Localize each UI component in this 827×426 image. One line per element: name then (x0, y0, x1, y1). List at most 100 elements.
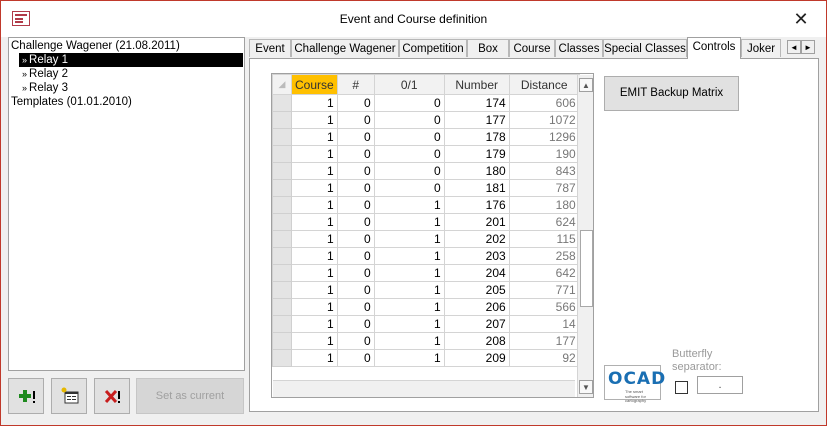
scroll-down-icon[interactable]: ▼ (579, 380, 593, 394)
cell-distance[interactable]: 1296 (508, 128, 580, 146)
cell-flag[interactable]: 1 (373, 332, 445, 350)
cell-distance[interactable]: 642 (508, 264, 580, 282)
cell-flag[interactable]: 1 (373, 349, 445, 367)
table-row[interactable]: 1 0 0 178 1296 (272, 128, 580, 146)
cell-course[interactable]: 1 (291, 162, 338, 180)
tab-controls[interactable]: Controls (687, 37, 741, 59)
cell-course[interactable]: 1 (291, 281, 338, 299)
row-selector[interactable] (272, 145, 292, 163)
cell-index[interactable]: 0 (336, 315, 375, 333)
cell-flag[interactable]: 1 (373, 264, 445, 282)
cell-course[interactable]: 1 (291, 247, 338, 265)
tree-item-relay-3[interactable]: » Relay 3 (19, 81, 68, 95)
tab-course[interactable]: Course (509, 39, 555, 57)
cell-index[interactable]: 0 (336, 230, 375, 248)
cell-course[interactable]: 1 (291, 213, 338, 231)
table-row[interactable]: 1 0 1 202 115 (272, 230, 580, 248)
set-as-current-button[interactable]: Set as current (136, 378, 244, 414)
add-button[interactable] (8, 378, 44, 414)
cell-number[interactable]: 205 (443, 281, 510, 299)
cell-course[interactable]: 1 (291, 145, 338, 163)
cell-flag[interactable]: 1 (373, 230, 445, 248)
column-header-index[interactable]: # (336, 74, 375, 95)
cell-distance[interactable]: 177 (508, 332, 580, 350)
cell-number[interactable]: 206 (443, 298, 510, 316)
cell-distance[interactable]: 92 (508, 349, 580, 367)
table-row[interactable]: 1 0 1 205 771 (272, 281, 580, 299)
tab-event[interactable]: Event (249, 39, 291, 57)
ocad-logo-button[interactable]: OCAD The smart software for cartography (604, 365, 665, 403)
cell-course[interactable]: 1 (291, 94, 338, 112)
cell-flag[interactable]: 1 (373, 315, 445, 333)
cell-course[interactable]: 1 (291, 264, 338, 282)
cell-distance[interactable]: 566 (508, 298, 580, 316)
table-row[interactable]: 1 0 1 176 180 (272, 196, 580, 214)
tab-special-classes[interactable]: Special Classes (603, 39, 687, 57)
cell-course[interactable]: 1 (291, 196, 338, 214)
vertical-scrollbar[interactable]: ▲ ▼ (577, 75, 593, 397)
cell-course[interactable]: 1 (291, 230, 338, 248)
close-icon[interactable]: ✕ (786, 8, 816, 30)
row-selector[interactable] (272, 247, 292, 265)
cell-distance[interactable]: 258 (508, 247, 580, 265)
cell-flag[interactable]: 0 (373, 162, 445, 180)
tree-item-relay-1[interactable]: » Relay 1 (19, 53, 243, 67)
cell-course[interactable]: 1 (291, 111, 338, 129)
butterfly-checkbox[interactable] (675, 381, 688, 394)
horizontal-scrollbar[interactable] (273, 380, 575, 397)
cell-index[interactable]: 0 (336, 349, 375, 367)
cell-index[interactable]: 0 (336, 94, 375, 112)
row-selector[interactable] (272, 162, 292, 180)
row-selector[interactable] (272, 179, 292, 197)
tree-item-templates[interactable]: Templates (01.01.2010) (11, 95, 132, 109)
table-row[interactable]: 1 0 1 201 624 (272, 213, 580, 231)
cell-distance[interactable]: 14 (508, 315, 580, 333)
table-row[interactable]: 1 0 1 206 566 (272, 298, 580, 316)
table-row[interactable]: 1 0 0 180 843 (272, 162, 580, 180)
row-selector[interactable] (272, 230, 292, 248)
column-header-flag[interactable]: 0/1 (373, 74, 445, 95)
row-selector[interactable] (272, 281, 292, 299)
tab-scroll-right-icon[interactable]: ► (801, 40, 815, 54)
cell-flag[interactable]: 1 (373, 196, 445, 214)
tree-item-relay-2[interactable]: » Relay 2 (19, 67, 68, 81)
cell-number[interactable]: 174 (443, 94, 510, 112)
cell-number[interactable]: 209 (443, 349, 510, 367)
row-selector[interactable] (272, 128, 292, 146)
table-row[interactable]: 1 0 0 177 1072 (272, 111, 580, 129)
cell-course[interactable]: 1 (291, 128, 338, 146)
cell-index[interactable]: 0 (336, 128, 375, 146)
row-selector[interactable] (272, 196, 292, 214)
table-row[interactable]: 1 0 1 203 258 (272, 247, 580, 265)
tab-challenge-wagener[interactable]: Challenge Wagener (291, 39, 399, 57)
table-row[interactable]: 1 0 1 208 177 (272, 332, 580, 350)
cell-course[interactable]: 1 (291, 315, 338, 333)
cell-distance[interactable]: 771 (508, 281, 580, 299)
cell-distance[interactable]: 115 (508, 230, 580, 248)
row-selector[interactable] (272, 332, 292, 350)
cell-flag[interactable]: 1 (373, 247, 445, 265)
cell-flag[interactable]: 0 (373, 145, 445, 163)
cell-flag[interactable]: 0 (373, 94, 445, 112)
cell-index[interactable]: 0 (336, 162, 375, 180)
scroll-thumb[interactable] (580, 230, 593, 307)
cell-number[interactable]: 204 (443, 264, 510, 282)
cell-flag[interactable]: 0 (373, 111, 445, 129)
row-selector-header[interactable]: ◢ (272, 74, 292, 95)
table-row[interactable]: 1 0 0 174 606 (272, 94, 580, 112)
row-selector[interactable] (272, 349, 292, 367)
row-selector[interactable] (272, 111, 292, 129)
cell-index[interactable]: 0 (336, 281, 375, 299)
cell-index[interactable]: 0 (336, 196, 375, 214)
column-header-number[interactable]: Number (443, 74, 510, 95)
cell-distance[interactable]: 843 (508, 162, 580, 180)
column-header-distance[interactable]: Distance (508, 74, 580, 95)
row-selector[interactable] (272, 315, 292, 333)
tab-box[interactable]: Box (467, 39, 509, 57)
cell-distance[interactable]: 606 (508, 94, 580, 112)
delete-button[interactable] (94, 378, 130, 414)
tab-competition[interactable]: Competition (399, 39, 467, 57)
tab-scroll-left-icon[interactable]: ◄ (787, 40, 801, 54)
cell-distance[interactable]: 1072 (508, 111, 580, 129)
cell-number[interactable]: 177 (443, 111, 510, 129)
